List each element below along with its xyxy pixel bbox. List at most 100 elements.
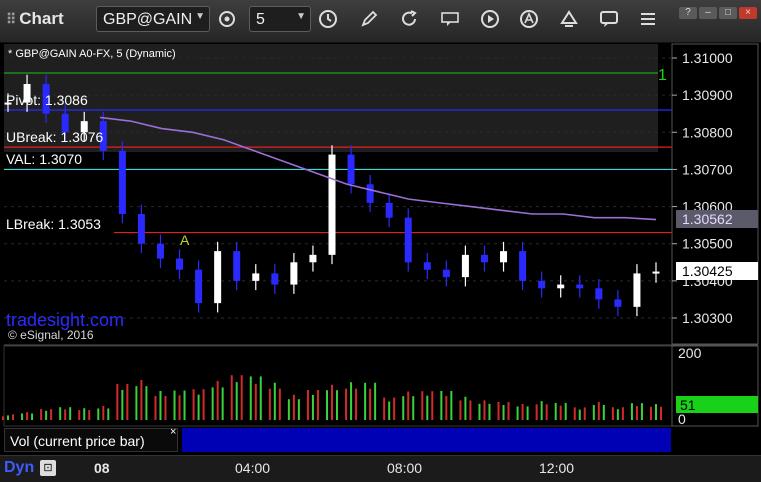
price-bar (652, 271, 660, 274)
volume-bar (178, 395, 181, 420)
dynamic-mode-label[interactable]: Dyn (4, 459, 34, 477)
price-bar (442, 269, 450, 278)
volume-bar (545, 404, 548, 420)
last-price-tag: 1.30425 (682, 263, 733, 279)
volume-bar (507, 401, 510, 420)
volume-bar (268, 388, 271, 420)
help-button[interactable]: ? (679, 7, 697, 19)
trade-icon[interactable] (558, 8, 580, 30)
clock-icon[interactable] (317, 8, 339, 30)
price-bar (576, 284, 584, 289)
marker-label: A (180, 232, 190, 248)
volume-bar (102, 405, 105, 420)
volume-bar (559, 405, 562, 420)
link-settings-icon[interactable] (216, 8, 238, 30)
price-bar (214, 251, 222, 304)
volume-bar (192, 389, 195, 420)
price-bar (404, 217, 412, 263)
volume-bar (107, 408, 110, 420)
volume-bar (421, 391, 424, 420)
volume-bar (383, 397, 386, 420)
price-bar (633, 273, 641, 307)
price-bar (156, 243, 164, 259)
y-tick-label: 1.30800 (682, 124, 733, 140)
val-label: VAL: 1.3070 (6, 151, 83, 167)
volume-bar (388, 401, 391, 420)
volume-bar (26, 412, 29, 420)
volume-study-band (182, 428, 671, 452)
volume-bar (7, 415, 9, 420)
volume-bar (12, 414, 14, 420)
fit-icon[interactable]: ⊡ (40, 460, 56, 476)
volume-bar (431, 391, 434, 420)
volume-bar (154, 395, 157, 420)
volume-bar (635, 406, 638, 420)
price-bar (538, 280, 546, 289)
volume-study-label[interactable]: Vol (current price bar) (4, 428, 178, 452)
volume-bar (502, 404, 505, 420)
volume-bar (660, 406, 662, 420)
volume-bar (121, 389, 124, 420)
y-tick-label: 1.31000 (682, 50, 733, 66)
volume-bar (516, 406, 519, 420)
volume-bar (621, 407, 624, 420)
volume-bar (469, 400, 472, 420)
quote-icon[interactable] (439, 8, 461, 30)
volume-bar (135, 386, 138, 420)
volume-bar (88, 410, 91, 420)
volume-bar (145, 386, 148, 420)
price-bar (347, 154, 355, 185)
volume-bar (459, 400, 462, 420)
price-chart[interactable]: 1.310001.309001.308001.307001.306001.305… (0, 42, 761, 455)
avg-price-tag: 1.30562 (682, 211, 733, 227)
y-tick-label: 1.30900 (682, 87, 733, 103)
volume-bar (597, 401, 600, 420)
volume-bar (306, 389, 309, 420)
volume-tick-200: 200 (678, 345, 702, 361)
volume-bar (211, 387, 214, 420)
volume-bar (616, 409, 619, 420)
interval-dropdown[interactable]: 5 ▼ (249, 6, 311, 32)
volume-bar (259, 376, 262, 420)
menu-icon[interactable] (637, 8, 659, 30)
minimize-button[interactable]: – (699, 7, 717, 19)
volume-bar (592, 404, 595, 420)
alert-icon[interactable] (518, 8, 540, 30)
volume-bar (173, 390, 176, 420)
close-button[interactable]: × (739, 7, 757, 19)
volume-bar (116, 383, 119, 420)
top-level-label: 1 (658, 67, 667, 84)
drag-handle-icon[interactable]: ⠿ (6, 11, 16, 27)
play-icon[interactable] (479, 8, 501, 30)
window-buttons: ? – □ × (677, 2, 757, 20)
volume-bar (2, 416, 4, 420)
time-axis[interactable]: Dyn ⊡ 08 04:00 08:00 12:00 (0, 455, 761, 482)
maximize-button[interactable]: □ (719, 7, 737, 19)
volume-bar (126, 383, 129, 420)
volume-bar (235, 382, 238, 420)
volume-bar (336, 390, 338, 420)
chart-title: ⠿ Chart (6, 9, 64, 28)
refresh-icon[interactable] (398, 8, 420, 30)
pencil-icon[interactable] (358, 8, 380, 30)
chevron-down-icon: ▼ (195, 11, 205, 22)
volume-bar (369, 388, 372, 420)
volume-bar (21, 413, 24, 420)
volume-bar (464, 396, 467, 420)
volume-bar (40, 409, 43, 420)
price-bar (480, 254, 488, 263)
volume-bar (69, 407, 72, 420)
price-bar (366, 184, 374, 203)
volume-current-value: 51 (680, 397, 696, 413)
price-bar (595, 288, 603, 300)
close-icon[interactable]: × (170, 426, 176, 438)
price-bar (500, 251, 508, 263)
volume-bar (583, 407, 586, 420)
price-bar (137, 214, 145, 244)
symbol-dropdown[interactable]: GBP@GAIN ▼ (96, 6, 210, 32)
chevron-down-icon: ▼ (296, 11, 306, 22)
x-tick-1200: 12:00 (539, 460, 575, 476)
chat-icon[interactable] (598, 8, 620, 30)
volume-bar (650, 406, 652, 420)
volume-bar (521, 403, 524, 420)
